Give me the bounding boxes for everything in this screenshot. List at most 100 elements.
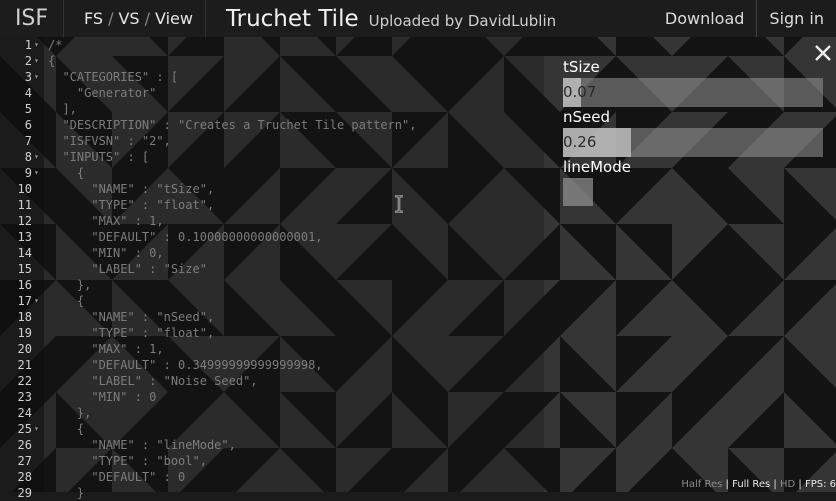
- line-number: 28: [17, 470, 32, 484]
- line-number: 6: [24, 118, 32, 132]
- code-text: "NAME" : "nSeed",: [48, 310, 215, 324]
- fold-arrow-icon[interactable]: ▾: [34, 37, 39, 53]
- code-text: "TYPE" : "bool",: [48, 454, 207, 468]
- code-line: 23 "MIN" : 0: [0, 389, 544, 405]
- code-line: 11 "TYPE" : "float",: [0, 197, 544, 213]
- sign-in-button[interactable]: Sign in: [756, 0, 836, 37]
- uploader-text[interactable]: Uploaded by DavidLublin: [369, 12, 557, 30]
- linemode-label: lineMode: [563, 158, 631, 176]
- code-text: "DEFAULT" : 0: [48, 470, 186, 484]
- line-number: 1: [24, 38, 32, 52]
- code-text: "LABEL" : "Noise Seed",: [48, 374, 258, 388]
- code-text: },: [48, 278, 92, 292]
- line-number: 8: [24, 150, 32, 164]
- line-number: 16: [17, 278, 32, 292]
- code-text: "MAX" : 1,: [48, 342, 164, 356]
- fold-arrow-icon[interactable]: ▾: [34, 69, 39, 85]
- fps-counter: FPS: 6: [804, 479, 836, 490]
- code-line: 12 "MAX" : 1,: [0, 213, 544, 229]
- half-res-option[interactable]: Half Res: [681, 479, 722, 490]
- code-line: 25 ▾ {: [0, 421, 544, 437]
- code-text: "NAME" : "lineMode",: [48, 438, 236, 452]
- code-text: "CATEGORIES" : [: [48, 70, 179, 84]
- code-line: 10 "NAME" : "tSize",: [0, 181, 544, 197]
- code-line: 28 "DEFAULT" : 0: [0, 469, 544, 485]
- fold-arrow-icon[interactable]: ▾: [34, 421, 39, 437]
- close-icon[interactable]: [814, 44, 832, 64]
- code-text: "MIN" : 0,: [48, 246, 164, 260]
- code-text: }: [48, 486, 85, 500]
- line-number: 14: [17, 246, 32, 260]
- nav-fs-link[interactable]: FS: [84, 9, 103, 28]
- code-line: 16 },: [0, 277, 544, 293]
- fold-arrow-icon[interactable]: ▾: [34, 53, 39, 69]
- text-cursor-icon: [393, 194, 405, 217]
- code-text: "ISFVSN" : "2",: [48, 134, 171, 148]
- linemode-toggle[interactable]: [563, 178, 593, 206]
- code-line: 19 "TYPE" : "float",: [0, 325, 544, 341]
- code-line: 15 "LABEL" : "Size": [0, 261, 544, 277]
- code-line: 26 "NAME" : "lineMode",: [0, 437, 544, 453]
- code-line: 4 "Generator": [0, 85, 544, 101]
- code-line: 18 "NAME" : "nSeed",: [0, 309, 544, 325]
- nseed-value: 0.26: [563, 133, 597, 151]
- nav-vs-link[interactable]: VS: [118, 9, 139, 28]
- line-number: 13: [17, 230, 32, 244]
- fold-arrow-icon[interactable]: ▾: [34, 293, 39, 309]
- code-text: {: [48, 166, 85, 180]
- code-text: {: [48, 422, 85, 436]
- fold-arrow-icon[interactable]: ▾: [34, 165, 39, 181]
- shader-title: Truchet Tile: [225, 5, 359, 32]
- code-line: 2 ▾ {: [0, 53, 544, 69]
- line-number: 4: [24, 86, 32, 100]
- line-number: 10: [17, 182, 32, 196]
- isf-logo[interactable]: ISF: [0, 0, 64, 37]
- nseed-slider[interactable]: 0.26: [563, 128, 823, 157]
- code-text: "TYPE" : "float",: [48, 326, 215, 340]
- code-line: 27 "TYPE" : "bool",: [0, 453, 544, 469]
- code-line: 5 ],: [0, 101, 544, 117]
- code-line: 1 ▾ /*: [0, 37, 544, 53]
- footer-separator: |: [770, 479, 780, 490]
- code-line: 21 "DEFAULT" : 0.34999999999999998,: [0, 357, 544, 373]
- line-number: 22: [17, 374, 32, 388]
- code-editor[interactable]: 1 ▾/* 2 ▾{3 ▾ "CATEGORIES" : [4 "Generator" 5…: [0, 37, 544, 500]
- code-text: "MAX" : 1,: [48, 214, 164, 228]
- line-number: 21: [17, 358, 32, 372]
- line-number: 17: [17, 294, 32, 308]
- render-options: Half Res | Full Res | HD | FPS: 6: [681, 479, 836, 490]
- code-text: "INPUTS" : [: [48, 150, 150, 164]
- line-number: 15: [17, 262, 32, 276]
- tsize-value: 0.07: [563, 83, 597, 101]
- code-line: 3 ▾ "CATEGORIES" : [: [0, 69, 544, 85]
- hd-option[interactable]: HD: [780, 479, 795, 490]
- code-text: "DEFAULT" : 0.34999999999999998,: [48, 358, 323, 372]
- code-text: "Generator": [48, 86, 157, 100]
- code-text: {: [48, 294, 85, 308]
- line-number: 27: [17, 454, 32, 468]
- line-number: 2: [24, 54, 32, 68]
- code-text: "DESCRIPTION" : "Creates a Truchet Tile …: [48, 118, 417, 132]
- code-text: "MIN" : 0: [48, 390, 157, 404]
- code-line: 22 "LABEL" : "Noise Seed",: [0, 373, 544, 389]
- full-res-option[interactable]: Full Res: [732, 479, 770, 490]
- line-number: 24: [17, 406, 32, 420]
- code-line: 20 "MAX" : 1,: [0, 341, 544, 357]
- code-line: 29 }: [0, 485, 544, 501]
- tsize-slider[interactable]: 0.07: [563, 78, 823, 107]
- download-button[interactable]: Download: [653, 0, 757, 37]
- line-number: 23: [17, 390, 32, 404]
- fold-arrow-icon[interactable]: ▾: [34, 149, 39, 165]
- code-line: 14 "MIN" : 0,: [0, 245, 544, 261]
- footer-separator: |: [795, 479, 805, 490]
- code-line: 7 "ISFVSN" : "2",: [0, 133, 544, 149]
- line-number: 12: [17, 214, 32, 228]
- line-number: 9: [24, 166, 32, 180]
- code-text: /*: [48, 38, 63, 52]
- line-number: 3: [24, 70, 32, 84]
- code-text: "TYPE" : "float",: [48, 198, 215, 212]
- footer-separator: |: [722, 479, 733, 490]
- code-text: "LABEL" : "Size": [48, 262, 207, 276]
- nav-view-link[interactable]: View: [155, 9, 193, 28]
- line-number: 25: [17, 422, 32, 436]
